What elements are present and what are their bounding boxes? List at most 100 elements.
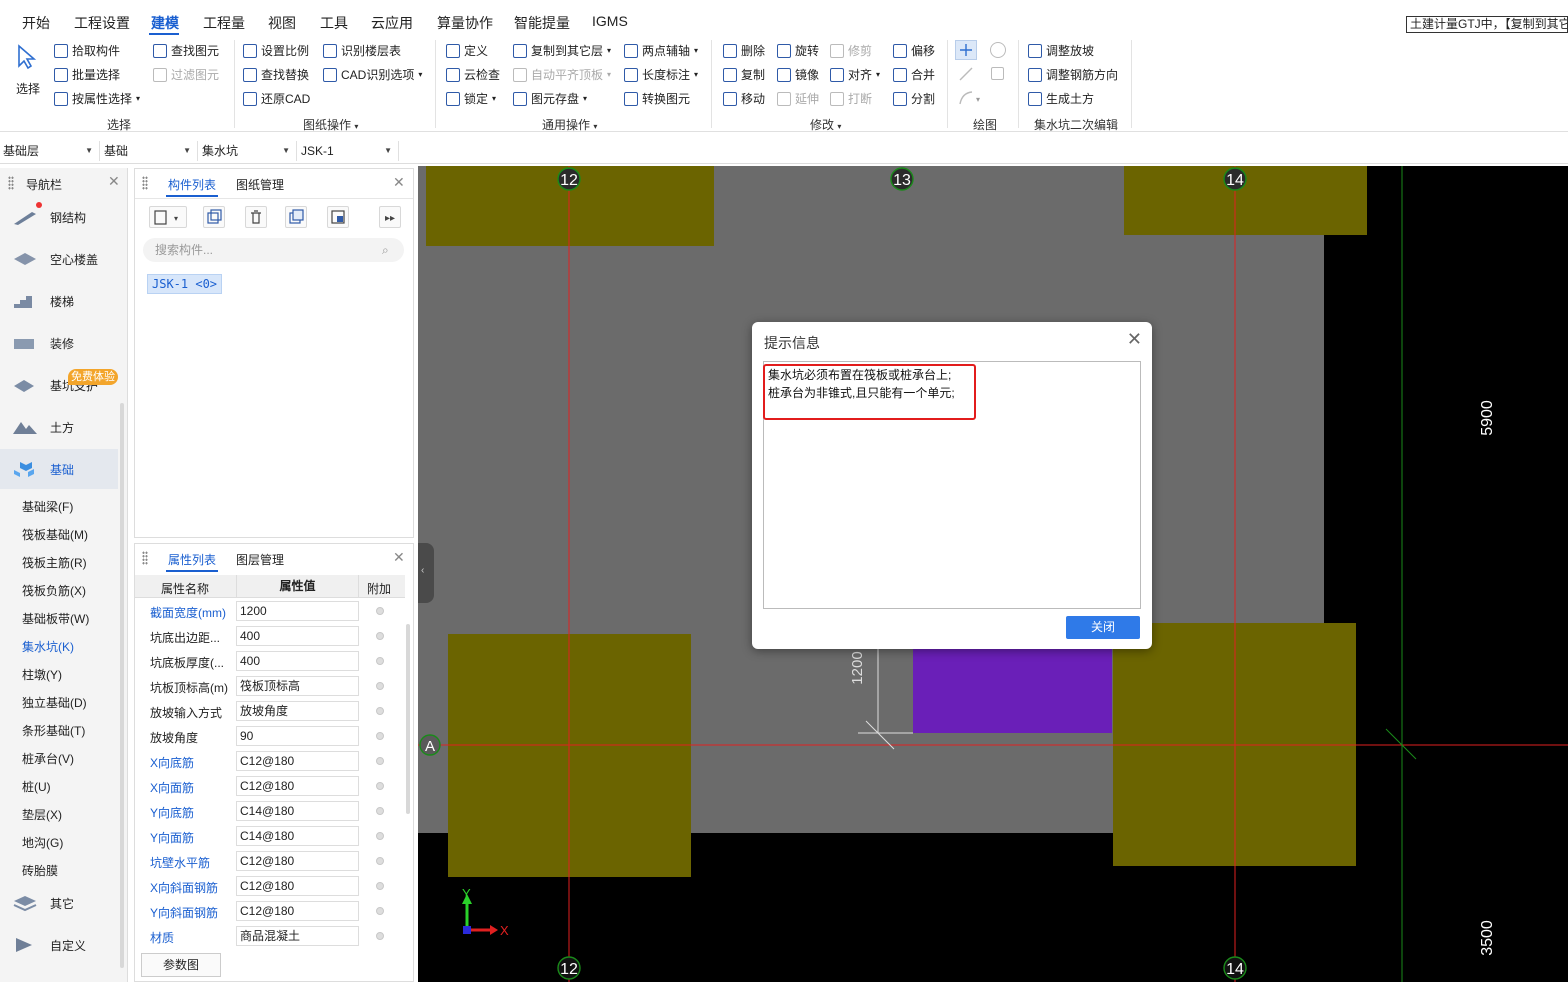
nav-cat-foundation-pit[interactable]: 基坑支护 免费体验	[0, 365, 118, 405]
merge-button[interactable]: 合并	[893, 66, 935, 83]
split-button[interactable]: 分割	[893, 90, 935, 107]
property-row[interactable]: 放坡输入方式 放坡角度	[135, 698, 405, 723]
extra-checkbox[interactable]	[376, 782, 384, 790]
group-label-drawing[interactable]: 图纸操作 ▾	[303, 116, 358, 133]
extra-checkbox[interactable]	[376, 707, 384, 715]
close-button[interactable]: 关闭	[1066, 616, 1140, 639]
copy-button[interactable]: 复制	[723, 66, 765, 83]
property-row[interactable]: 材质 商品混凝土	[135, 923, 405, 948]
save-element-button[interactable]: 图元存盘 ▾	[513, 90, 587, 107]
menu-view[interactable]: 视图	[268, 13, 296, 33]
line-draw-icon[interactable]	[958, 66, 974, 82]
property-value-input[interactable]: 1200	[236, 601, 359, 621]
property-row[interactable]: X向斜面钢筋 C12@180	[135, 873, 405, 898]
find-element-button[interactable]: 查找图元	[153, 42, 219, 59]
align-button[interactable]: 对齐 ▾	[830, 66, 880, 83]
cad-options-button[interactable]: CAD识别选项 ▾	[323, 66, 422, 83]
delete-component-button[interactable]	[245, 206, 267, 228]
nav-sub-pile[interactable]: 桩(U)	[22, 778, 51, 795]
component-select[interactable]: JSK-1 ▼	[298, 141, 399, 161]
property-value-input[interactable]: 放坡角度	[236, 701, 359, 721]
property-value-input[interactable]: 商品混凝土	[236, 926, 359, 946]
axis-bubble-13-top[interactable]: 13	[890, 167, 914, 191]
axis-bubble-14-bottom[interactable]: 14	[1223, 956, 1247, 980]
nav-cat-stairs[interactable]: 楼梯	[0, 281, 118, 321]
search-icon[interactable]: ⌕	[382, 243, 389, 258]
close-icon[interactable]: ✕	[1127, 329, 1142, 350]
property-value-input[interactable]: C12@180	[236, 901, 359, 921]
delete-button[interactable]: 删除	[723, 42, 765, 59]
property-row[interactable]: 截面宽度(mm) 1200	[135, 598, 405, 623]
axis-bubble-12-bottom[interactable]: 12	[557, 956, 581, 980]
property-row[interactable]: Y向斜面钢筋 C12@180	[135, 898, 405, 923]
axis-bubble-14-top[interactable]: 14	[1223, 167, 1247, 191]
filter-element-button[interactable]: 过滤图元	[153, 66, 219, 83]
nav-sub-trench[interactable]: 地沟(G)	[22, 834, 63, 851]
group-label-modify[interactable]: 修改 ▾	[810, 116, 841, 133]
extra-checkbox[interactable]	[376, 857, 384, 865]
length-mark-button[interactable]: 长度标注 ▾	[624, 66, 698, 83]
extra-checkbox[interactable]	[376, 607, 384, 615]
search-input[interactable]: 搜索构件...	[143, 238, 404, 262]
lock-button[interactable]: 锁定 ▾	[446, 90, 496, 107]
parameter-diagram-button[interactable]: 参数图	[141, 953, 221, 977]
menu-start[interactable]: 开始	[22, 13, 50, 33]
tab-layer-management[interactable]: 图层管理	[236, 551, 284, 568]
menu-modeling[interactable]: 建模	[151, 13, 179, 33]
copy-component-button[interactable]	[203, 206, 225, 228]
menu-smart-extract[interactable]: 智能提量	[514, 13, 570, 33]
adjust-slope-button[interactable]: 调整放坡	[1028, 42, 1094, 59]
nav-sub-slab-strip[interactable]: 基础板带(W)	[22, 610, 89, 627]
property-row[interactable]: 放坡角度 90	[135, 723, 405, 748]
nav-sub-cushion[interactable]: 垫层(X)	[22, 806, 62, 823]
property-row[interactable]: X向面筋 C12@180	[135, 773, 405, 798]
mirror-button[interactable]: 镜像	[777, 66, 819, 83]
trim-button[interactable]: 修剪	[830, 42, 872, 59]
break-button[interactable]: 打断	[830, 90, 872, 107]
collapse-panel-handle[interactable]: ‹	[418, 543, 434, 603]
menu-tools[interactable]: 工具	[320, 13, 348, 33]
free-trial-badge[interactable]: 免费体验	[68, 369, 118, 385]
extra-checkbox[interactable]	[376, 932, 384, 940]
find-replace-button[interactable]: 查找替换	[243, 66, 309, 83]
nav-sub-sump-pit[interactable]: 集水坑(K)	[22, 638, 74, 655]
nav-scrollbar[interactable]	[120, 403, 124, 968]
extra-checkbox[interactable]	[376, 657, 384, 665]
rect-draw-icon[interactable]	[991, 67, 1004, 80]
two-point-axis-button[interactable]: 两点辅轴 ▾	[624, 42, 698, 59]
nav-sub-raft-main-rebar[interactable]: 筏板主筋(R)	[22, 554, 87, 571]
nav-sub-foundation-beam[interactable]: 基础梁(F)	[22, 498, 73, 515]
drag-grip-icon[interactable]	[142, 551, 148, 565]
floor-select[interactable]: 基础层 ▼	[0, 141, 100, 161]
nav-cat-hollow-floor[interactable]: 空心楼盖	[0, 239, 118, 279]
define-button[interactable]: 定义	[446, 42, 488, 59]
new-component-button[interactable]: ▾	[149, 206, 187, 228]
generate-earthwork-button[interactable]: 生成土方	[1028, 90, 1094, 107]
close-icon[interactable]: ✕	[393, 549, 405, 566]
tab-component-list[interactable]: 构件列表	[165, 176, 219, 197]
property-value-input[interactable]: C12@180	[236, 751, 359, 771]
identify-floor-table-button[interactable]: 识别楼层表	[323, 42, 401, 59]
nav-sub-raft-neg-rebar[interactable]: 筏板负筋(X)	[22, 582, 86, 599]
property-value-input[interactable]: C12@180	[236, 876, 359, 896]
nav-cat-foundation[interactable]: 基础	[0, 449, 118, 489]
adjust-rebar-direction-button[interactable]: 调整钢筋方向	[1028, 66, 1118, 83]
extra-checkbox[interactable]	[376, 807, 384, 815]
extra-checkbox[interactable]	[376, 632, 384, 640]
set-scale-button[interactable]: 设置比例	[243, 42, 309, 59]
axis-bubble-12-top[interactable]: 12	[557, 167, 581, 191]
property-value-input[interactable]: C12@180	[236, 776, 359, 796]
select-by-attribute-button[interactable]: 按属性选择 ▾	[54, 90, 140, 107]
property-row[interactable]: X向底筋 C12@180	[135, 748, 405, 773]
point-draw-icon[interactable]	[955, 40, 977, 60]
type-select[interactable]: 集水坑 ▼	[199, 141, 297, 161]
close-icon[interactable]: ✕	[108, 173, 120, 190]
arc-draw-icon[interactable]: ▾	[958, 90, 984, 106]
property-value-input[interactable]: 筏板顶标高	[236, 676, 359, 696]
nav-cat-custom[interactable]: 自定义	[0, 925, 118, 965]
property-value-input[interactable]: C12@180	[236, 851, 359, 871]
move-button[interactable]: 移动	[723, 90, 765, 107]
tab-drawing-management[interactable]: 图纸管理	[236, 176, 284, 193]
pick-component-button[interactable]: 拾取构件	[54, 42, 120, 59]
menu-project-settings[interactable]: 工程设置	[74, 13, 130, 33]
